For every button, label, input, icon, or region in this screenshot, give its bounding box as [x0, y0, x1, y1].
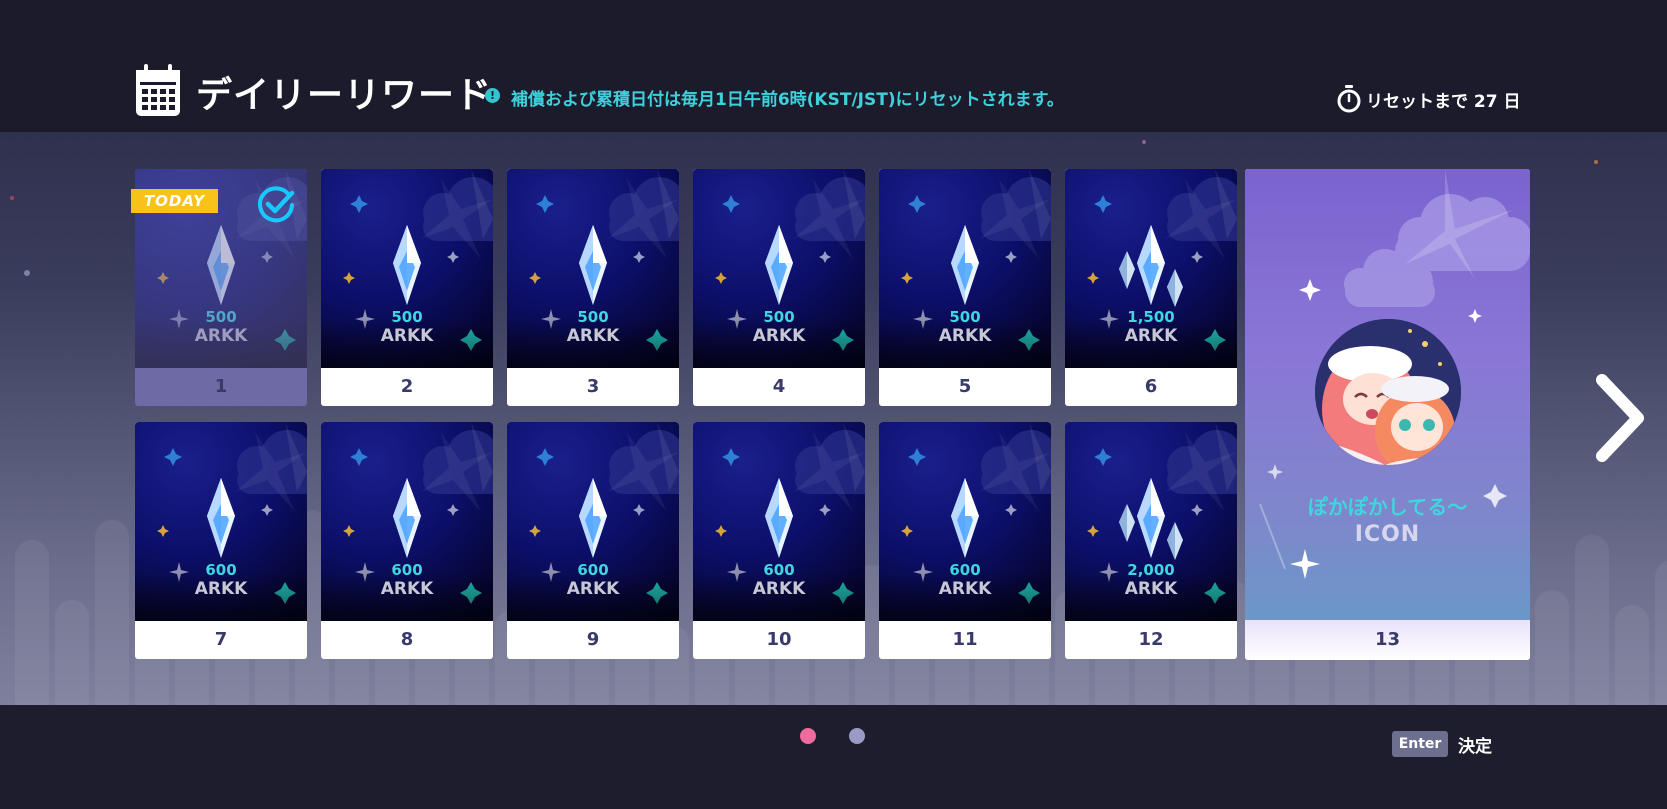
- chevron-right-icon[interactable]: [1590, 372, 1650, 464]
- day-number: 5: [958, 376, 972, 397]
- card-art: 500 ARKK: [321, 169, 493, 368]
- reward-amount: 600: [391, 561, 423, 579]
- day-number: 6: [1144, 376, 1158, 397]
- reward-unit: ARKK: [938, 579, 992, 599]
- day-number: 13: [1245, 620, 1530, 660]
- reward-name: ぽかぽかしてる～: [1307, 495, 1468, 519]
- reward-unit: ARKK: [752, 326, 806, 346]
- icon-avatar-image: [1315, 319, 1461, 465]
- reward-unit: ARKK: [194, 326, 248, 346]
- day-number: 4: [772, 376, 786, 397]
- reward-unit: ARKK: [194, 579, 248, 599]
- crystal-icon: [393, 478, 421, 558]
- background-sparkle: [24, 270, 30, 276]
- confirm-label: 決定: [1458, 737, 1492, 757]
- reward-card-day-8[interactable]: 600 ARKK 8: [321, 422, 493, 659]
- reward-unit: ARKK: [566, 579, 620, 599]
- reward-unit: ARKK: [752, 579, 806, 599]
- background-sparkle: [1594, 160, 1598, 164]
- calendar-icon: [136, 64, 180, 116]
- card-art: 600 ARKK: [135, 422, 307, 621]
- day-number: 1: [214, 376, 228, 397]
- reward-card-day-7[interactable]: 600 ARKK 7: [135, 422, 307, 659]
- reward-card-special[interactable]: ぽかぽかしてる～ ICON 13: [1245, 169, 1530, 660]
- reward-amount: 500: [763, 308, 795, 326]
- reward-type: ICON: [1354, 522, 1421, 547]
- day-number: 8: [400, 629, 414, 650]
- crystal-icon: [765, 478, 793, 558]
- reward-unit: ARKK: [566, 326, 620, 346]
- reward-unit: ARKK: [380, 579, 434, 599]
- reward-amount: 600: [577, 561, 609, 579]
- card-art: 600 ARKK: [693, 422, 865, 621]
- crystal-icon: [207, 478, 235, 558]
- crystal-cluster-icon: [1119, 478, 1183, 560]
- day-number: 3: [586, 376, 600, 397]
- reward-unit: ARKK: [1124, 579, 1178, 599]
- card-art: 600 ARKK: [321, 422, 493, 621]
- reward-card-day-3[interactable]: 500 ARKK 3: [507, 169, 679, 406]
- day-number: 10: [766, 629, 792, 650]
- crystal-icon: [579, 225, 607, 305]
- crystal-icon: [207, 225, 235, 305]
- reward-amount: 600: [949, 561, 981, 579]
- crystal-icon: [579, 478, 607, 558]
- stopwatch-icon: [1337, 85, 1361, 113]
- reward-card-day-6[interactable]: 1,500 ARKK 6: [1065, 169, 1237, 406]
- reward-card-day-2[interactable]: 500 ARKK 2: [321, 169, 493, 406]
- crystal-icon: [951, 225, 979, 305]
- crystal-cluster-icon: [1119, 225, 1183, 307]
- page-title: デイリーリワード: [196, 75, 493, 116]
- crystal-icon: [393, 225, 421, 305]
- day-number: 9: [586, 629, 600, 650]
- reward-card-day-5[interactable]: 500 ARKK 5: [879, 169, 1051, 406]
- page-dot-2[interactable]: [849, 728, 865, 744]
- check-circle-icon: [258, 186, 295, 223]
- reward-amount: 500: [391, 308, 423, 326]
- reward-unit: ARKK: [938, 326, 992, 346]
- reward-card-day-9[interactable]: 600 ARKK 9: [507, 422, 679, 659]
- footer-bar: [0, 705, 1667, 809]
- card-art: 2,000 ARKK: [1065, 422, 1237, 621]
- reward-amount: 500: [577, 308, 609, 326]
- enter-key-hint[interactable]: Enter: [1392, 731, 1448, 757]
- reward-amount: 600: [205, 561, 237, 579]
- reward-card-day-11[interactable]: 600 ARKK 11: [879, 422, 1051, 659]
- crystal-icon: [765, 225, 793, 305]
- crystal-icon: [951, 478, 979, 558]
- reward-card-day-12[interactable]: 2,000 ARKK 12: [1065, 422, 1237, 659]
- reward-amount: 2,000: [1127, 561, 1175, 579]
- day-number: 11: [952, 629, 978, 650]
- card-art: 500 ARKK: [507, 169, 679, 368]
- day-number: 2: [400, 376, 414, 397]
- reward-card-day-10[interactable]: 600 ARKK 10: [693, 422, 865, 659]
- reward-amount: 1,500: [1127, 308, 1175, 326]
- background-sparkle: [10, 196, 14, 200]
- card-art: 1,500 ARKK: [1065, 169, 1237, 368]
- page-dot-1[interactable]: [800, 728, 816, 744]
- card-art: 500 ARKK: [693, 169, 865, 368]
- card-art: 600 ARKK: [879, 422, 1051, 621]
- today-badge: TODAY: [131, 189, 218, 213]
- card-art: 500 ARKK: [879, 169, 1051, 368]
- reward-unit: ARKK: [1124, 326, 1178, 346]
- card-art: 600 ARKK: [507, 422, 679, 621]
- reward-unit: ARKK: [380, 326, 434, 346]
- day-number: 12: [1138, 629, 1164, 650]
- card-art: ぽかぽかしてる～ ICON: [1245, 169, 1530, 620]
- reward-amount: 500: [205, 308, 237, 326]
- reward-amount: 500: [949, 308, 981, 326]
- background-sparkle: [1142, 140, 1146, 144]
- info-icon: !: [485, 88, 500, 103]
- reset-notice: 補償および累積日付は毎月1日午前6時(KST/JST)にリセットされます。: [511, 90, 1064, 110]
- day-number: 7: [214, 629, 228, 650]
- reward-amount: 600: [763, 561, 795, 579]
- reset-countdown: リセットまで 27 日: [1366, 92, 1521, 112]
- reward-card-day-4[interactable]: 500 ARKK 4: [693, 169, 865, 406]
